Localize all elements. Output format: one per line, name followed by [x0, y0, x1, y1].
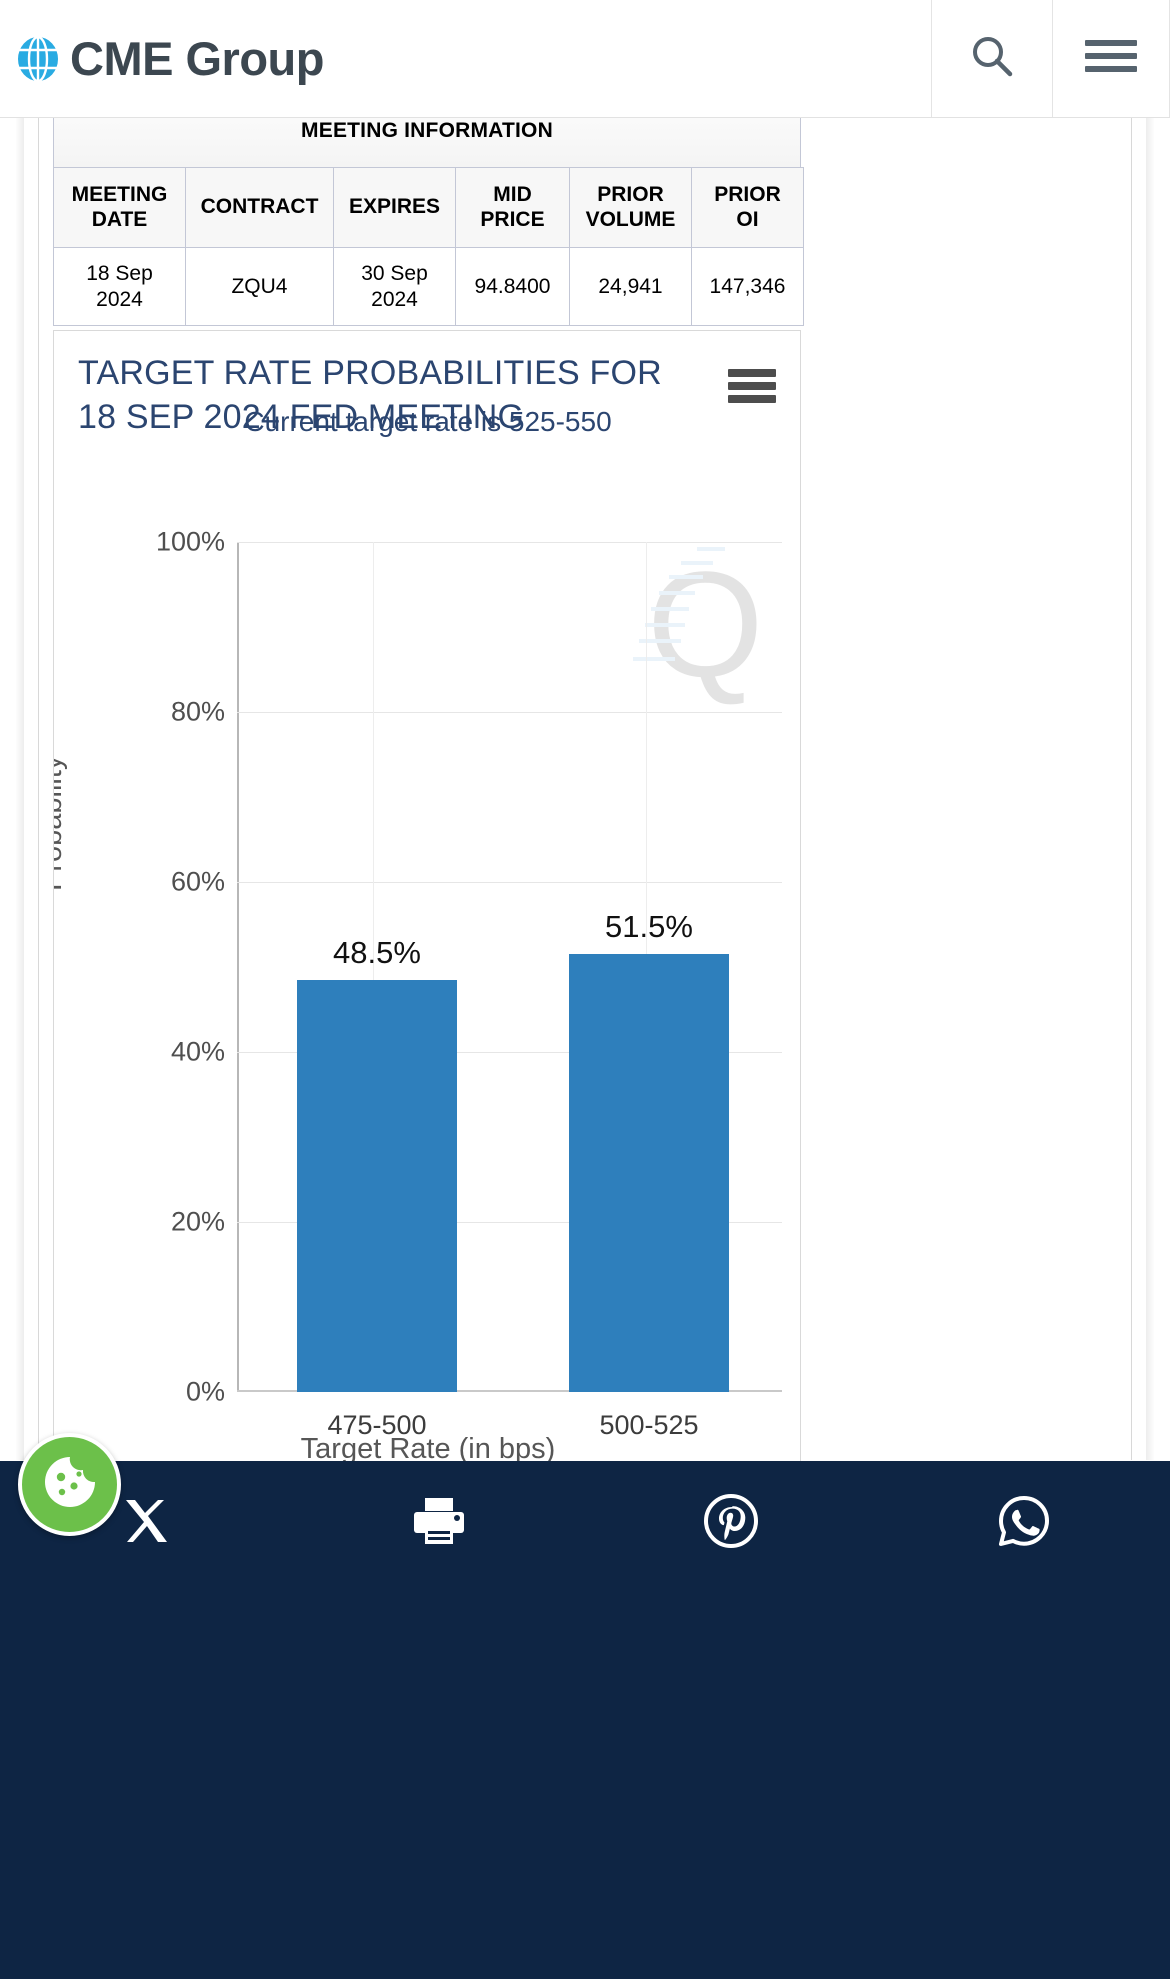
- header-line-1: EXPIRES: [348, 195, 441, 219]
- search-button[interactable]: [931, 0, 1052, 117]
- y-axis-line: [237, 542, 239, 1392]
- bar-500-525[interactable]: [569, 954, 729, 1392]
- table-header-row: MEETING DATE CONTRACT EXPIRES MID PRICE: [53, 167, 804, 248]
- cell-line-2: 2024: [96, 287, 143, 311]
- header-line-1: MEETING: [71, 183, 168, 207]
- whatsapp-icon: [997, 1494, 1051, 1553]
- column-header-prior-volume[interactable]: PRIOR VOLUME: [569, 167, 692, 248]
- menu-button[interactable]: [1052, 0, 1170, 117]
- header-line-1: MID: [493, 183, 532, 207]
- header-line-2: OI: [736, 207, 759, 231]
- header-line-2: DATE: [91, 207, 148, 231]
- y-tick-label: 0%: [185, 1376, 225, 1407]
- cell-meeting-date: 18 Sep 2024: [53, 247, 186, 326]
- column-header-mid-price[interactable]: MID PRICE: [455, 167, 570, 248]
- share-on-whatsapp-button[interactable]: [988, 1488, 1060, 1560]
- header-line-1: PRIOR: [597, 183, 664, 207]
- page-edge-shade-right: [1146, 118, 1154, 1460]
- page-edge-shade-left: [16, 118, 24, 1460]
- column-header-expires[interactable]: EXPIRES: [333, 167, 456, 248]
- site-header: CME Group: [0, 0, 1170, 118]
- cell-contract: ZQU4: [185, 247, 334, 326]
- chart-context-menu-icon[interactable]: [728, 369, 776, 403]
- cell-line-1: 18 Sep: [86, 262, 153, 286]
- plot-area: 100% 80% 60% 40% 20% 0% 48.5% 51.5% 475-…: [156, 527, 782, 1440]
- gridline-100: [237, 542, 782, 543]
- pinterest-icon: [704, 1494, 759, 1553]
- cell-prior-oi: 147,346: [691, 247, 804, 326]
- cell-mid-price: 94.8400: [455, 247, 570, 326]
- table-row[interactable]: 18 Sep 2024 ZQU4 30 Sep 2024 94.8400 24,…: [53, 247, 804, 326]
- cell-expires: 30 Sep 2024: [333, 247, 456, 326]
- brand-name: CME Group: [70, 32, 324, 85]
- header-line-1: PRIOR: [714, 183, 781, 207]
- column-header-prior-oi[interactable]: PRIOR OI: [691, 167, 804, 248]
- social-share-bar: [0, 1461, 1170, 1586]
- cell-prior-volume: 24,941: [569, 247, 692, 326]
- chart-subtitle: Current target rate is 525-550: [244, 406, 612, 437]
- y-axis-title: Probability: [53, 755, 68, 891]
- printer-icon: [411, 1496, 467, 1551]
- cell-line-1: 30 Sep: [361, 262, 428, 286]
- cookie-preferences-button[interactable]: [18, 1433, 121, 1536]
- meeting-information-table: MEETING INFORMATION MEETING DATE CONTRAC…: [53, 110, 804, 326]
- header-line-1: CONTRACT: [200, 195, 319, 219]
- y-tick-label: 80%: [170, 696, 225, 727]
- share-on-x-button[interactable]: [110, 1488, 182, 1560]
- print-page-button[interactable]: [403, 1488, 475, 1560]
- header-line-2: VOLUME: [585, 207, 676, 231]
- x-twitter-icon: [120, 1495, 172, 1552]
- cookie-icon: [41, 1453, 99, 1516]
- page-frame-right: [1131, 118, 1132, 1460]
- bar-data-label: 51.5%: [605, 909, 693, 944]
- search-icon: [966, 30, 1018, 87]
- y-tick-label: 100%: [155, 526, 225, 557]
- cell-line-2: 2024: [371, 287, 418, 311]
- gridline-60: [237, 882, 782, 883]
- y-tick-label: 60%: [170, 866, 225, 897]
- target-rate-probabilities-chart: TARGET RATE PROBABILITIES FOR 18 SEP 202…: [53, 330, 801, 1480]
- brand-logo-link[interactable]: CME Group: [0, 0, 931, 117]
- y-tick-label: 20%: [170, 1206, 225, 1237]
- page-root: CME Group MEETING INFORMATION MEETING DA…: [0, 0, 1170, 1979]
- meeting-information-title: MEETING INFORMATION: [53, 110, 801, 167]
- y-tick-label: 40%: [170, 1036, 225, 1067]
- bar-475-500[interactable]: [297, 980, 457, 1392]
- column-header-meeting-date[interactable]: MEETING DATE: [53, 167, 186, 248]
- bar-data-label: 48.5%: [333, 935, 421, 970]
- header-line-2: PRICE: [480, 207, 545, 231]
- gridline-80: [237, 712, 782, 713]
- share-on-pinterest-button[interactable]: [695, 1488, 767, 1560]
- page-frame-left-2: [38, 118, 39, 1460]
- column-header-contract[interactable]: CONTRACT: [185, 167, 334, 248]
- globe-icon: [16, 35, 60, 82]
- hamburger-menu-icon: [1083, 36, 1139, 81]
